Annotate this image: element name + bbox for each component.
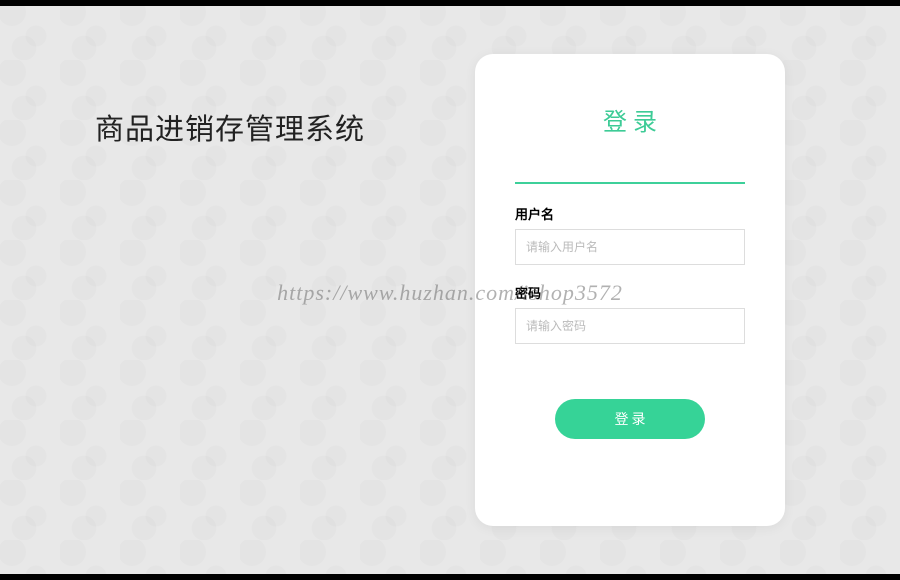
username-label: 用户名 bbox=[515, 204, 745, 223]
bottom-border-bar bbox=[0, 574, 900, 580]
login-button[interactable]: 登录 bbox=[555, 399, 705, 439]
password-group: 密码 bbox=[515, 283, 745, 344]
login-title: 登录 bbox=[515, 102, 745, 137]
username-group: 用户名 bbox=[515, 204, 745, 265]
divider-line bbox=[515, 182, 745, 184]
system-title: 商品进销存管理系统 bbox=[95, 106, 475, 148]
top-border-bar bbox=[0, 0, 900, 6]
left-panel: 商品进销存管理系统 bbox=[0, 6, 475, 574]
login-card: 登录 用户名 密码 登录 bbox=[475, 54, 785, 526]
main-container: 商品进销存管理系统 登录 用户名 密码 登录 bbox=[0, 0, 900, 580]
username-input[interactable] bbox=[515, 229, 745, 265]
submit-wrapper: 登录 bbox=[515, 399, 745, 439]
password-label: 密码 bbox=[515, 283, 745, 302]
password-input[interactable] bbox=[515, 308, 745, 344]
